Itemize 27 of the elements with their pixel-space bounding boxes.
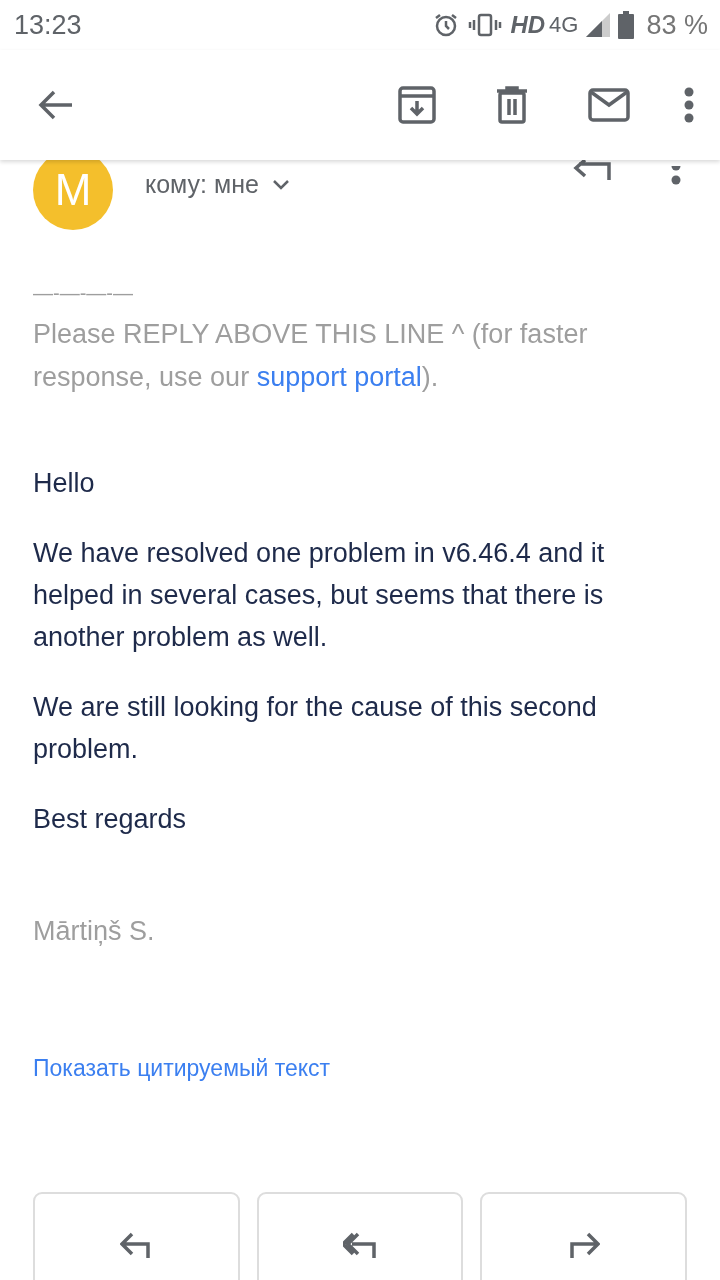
message-paragraph: We have resolved one problem in v6.46.4 and it helped in several cases, but seems that there is another problem as well. (33, 537, 606, 654)
vibrate-icon (468, 11, 503, 39)
mail-icon[interactable] (588, 88, 630, 122)
archive-icon[interactable] (398, 86, 436, 124)
recipient-toggle[interactable]: кому: мне (145, 170, 289, 199)
signature: Mārtiņš S. (33, 916, 156, 947)
reply-icon[interactable] (573, 160, 611, 180)
forward-icon (567, 1232, 600, 1258)
separator-text: —-—-—-— (33, 282, 134, 305)
network-label: HD (510, 11, 546, 39)
network-type: 4G (549, 12, 579, 38)
reply-notice: Please REPLY ABOVE THIS LINE ^ (for faster response, use our support portal). (33, 318, 589, 394)
battery-percent: 83 % (646, 9, 708, 41)
show-quoted-link[interactable]: Показать цитируемый текст (33, 1055, 331, 1082)
back-icon[interactable] (38, 89, 74, 121)
message-paragraph: Best regards (33, 803, 188, 836)
trash-icon[interactable] (496, 86, 528, 124)
battery-icon (618, 11, 635, 39)
support-portal-link[interactable]: support portal (256, 362, 422, 392)
message-paragraph: We are still looking for the cause of this second problem. (33, 691, 598, 766)
signal-icon (586, 13, 611, 37)
reply-icon (120, 1232, 153, 1258)
chevron-down-icon (272, 179, 289, 190)
status-time: 13:23 (14, 9, 82, 41)
sender-avatar: M (33, 160, 113, 230)
message-paragraph: Hello (33, 467, 96, 500)
reply-all-icon (343, 1232, 377, 1258)
